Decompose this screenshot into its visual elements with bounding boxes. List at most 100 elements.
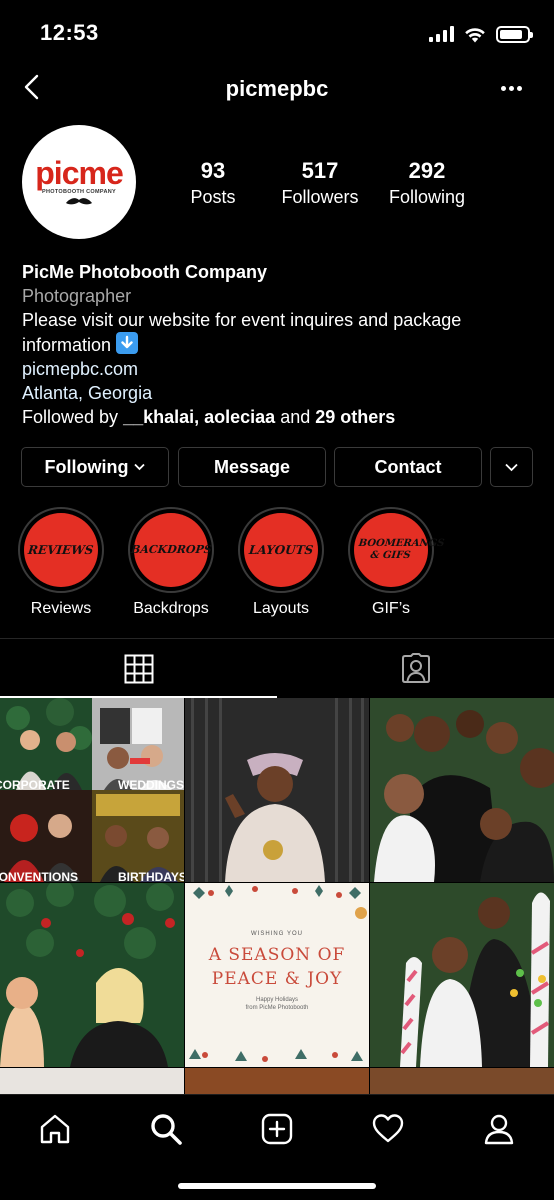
profile-avatar[interactable]: picme PHOTOBOOTH COMPANY <box>22 125 136 239</box>
followed-by-prefix: Followed by <box>22 407 124 427</box>
highlight-cover: BOOMERANGS & GIFS <box>354 513 445 587</box>
following-count: 292 <box>408 158 446 183</box>
home-icon <box>40 1114 70 1144</box>
highlight-label: GIF’s <box>372 600 410 617</box>
profile-name: PicMe Photobooth Company <box>22 262 267 282</box>
more-options-icon[interactable] <box>496 76 526 100</box>
followed-by-user-1: __khalai <box>123 407 195 427</box>
highlight-layouts[interactable]: LAYOUTS Layouts <box>238 507 324 618</box>
posts-grid: CORPORATE WEDDINGS CONVENTIONS BIRTHDAYS <box>0 698 554 1094</box>
profile-icon <box>484 1114 514 1145</box>
card-wishing: WISHING YOU <box>251 931 303 937</box>
down-arrow-emoji-icon <box>116 332 139 354</box>
contact-button-label: Contact <box>374 456 442 477</box>
post-image <box>185 698 369 882</box>
tile-label-conventions: CONVENTIONS <box>0 870 79 882</box>
battery-icon <box>496 25 533 43</box>
followed-by-others: 29 others <box>315 407 396 427</box>
highlight-ring: REVIEWS <box>18 507 104 593</box>
following-stat[interactable]: 292 Following <box>382 157 472 209</box>
post-tile[interactable] <box>370 1068 554 1094</box>
highlight-label: Backdrops <box>133 600 209 617</box>
highlight-label: Layouts <box>252 600 310 617</box>
highlight-cover-text: REVIEWS <box>27 543 95 557</box>
followers-label: Followers <box>281 187 359 207</box>
suggested-accounts-button[interactable] <box>490 447 533 487</box>
followed-by-user-2: aoleciaa <box>204 407 276 427</box>
home-indicator[interactable] <box>178 1183 376 1189</box>
status-icons <box>429 24 533 44</box>
add-post-icon <box>261 1113 293 1145</box>
website-link[interactable]: picmepbc.com <box>22 357 532 381</box>
status-bar: 12:53 <box>0 0 554 64</box>
post-tile[interactable] <box>0 883 184 1067</box>
post-tile[interactable]: CORPORATE WEDDINGS CONVENTIONS BIRTHDAYS <box>0 698 184 882</box>
post-tile[interactable] <box>185 698 369 882</box>
chevron-down-icon <box>505 463 518 471</box>
highlight-backdrops[interactable]: BACKDROPS Backdrops <box>128 507 214 618</box>
followers-stat[interactable]: 517 Followers <box>273 157 367 209</box>
tab-grid[interactable] <box>0 639 277 698</box>
posts-count: 93 <box>200 158 226 183</box>
highlight-cover: REVIEWS <box>24 513 98 587</box>
bio-text-line-2: information <box>22 332 532 357</box>
post-tile[interactable] <box>370 883 554 1067</box>
highlight-label: Reviews <box>30 600 92 617</box>
card-line-1: A SEASON OF <box>208 945 346 965</box>
home-tab[interactable] <box>35 1109 75 1149</box>
tile-label-weddings: WEDDINGS <box>118 778 184 792</box>
highlight-cover: LAYOUTS <box>244 513 318 587</box>
highlight-ring: BOOMERANGS & GIFS <box>348 507 445 593</box>
highlight-cover: BACKDROPS <box>130 513 212 587</box>
following-label: Following <box>388 187 466 207</box>
following-button[interactable]: Following <box>21 447 169 487</box>
profile-header-bar: picmepbc <box>0 64 554 114</box>
message-button-label: Message <box>213 456 291 477</box>
highlight-ring: LAYOUTS <box>238 507 324 593</box>
highlight-cover-text: BOOMERANGS & GIFS <box>358 538 445 561</box>
heart-icon <box>372 1114 404 1143</box>
card-small-1: Happy Holidays <box>255 997 299 1003</box>
mustache-icon <box>66 198 92 205</box>
card-small-2: from PicMe Photobooth <box>245 1005 309 1011</box>
cellular-signal-icon <box>429 26 454 42</box>
post-tile[interactable]: WISHING YOU A SEASON OF PEACE & JOY Happ… <box>185 883 369 1067</box>
highlight-cover-text: BACKDROPS <box>130 543 213 556</box>
bottom-tab-bar <box>0 1094 554 1200</box>
highlight-cover-text: LAYOUTS <box>248 543 314 557</box>
tagged-user-icon <box>401 652 430 683</box>
highlight-reviews[interactable]: REVIEWS Reviews <box>18 507 104 618</box>
followers-count: 517 <box>301 158 339 183</box>
followed-by-separator: , <box>194 407 205 427</box>
tab-tagged[interactable] <box>277 639 554 698</box>
chevron-down-icon <box>134 463 146 471</box>
status-time: 12:53 <box>40 20 99 45</box>
grid-icon <box>124 654 153 683</box>
highlight-gifs[interactable]: BOOMERANGS & GIFS GIF’s <box>348 507 445 618</box>
search-tab[interactable] <box>146 1109 186 1149</box>
message-button[interactable]: Message <box>178 447 326 487</box>
post-image <box>370 883 554 1067</box>
bio-text-line-2-text: information <box>22 335 112 355</box>
contact-button[interactable]: Contact <box>334 447 482 487</box>
posts-stat[interactable]: 93 Posts <box>182 157 244 209</box>
tile-label-corporate: CORPORATE <box>0 778 70 792</box>
highlight-ring: BACKDROPS <box>128 507 214 593</box>
following-button-label: Following <box>44 456 129 477</box>
username-title: picmepbc <box>225 76 329 101</box>
profile-bio: PicMe Photobooth Company Photographer Pl… <box>22 260 532 429</box>
followed-by[interactable]: Followed by __khalai, aoleciaa and 29 ot… <box>22 405 532 429</box>
followed-by-and: and <box>275 407 316 427</box>
profile-tab[interactable] <box>479 1109 519 1149</box>
post-tile[interactable] <box>185 1068 369 1094</box>
location-link[interactable]: Atlanta, Georgia <box>22 381 532 405</box>
logo-wordmark: picme <box>35 155 123 191</box>
post-image <box>0 883 184 1067</box>
post-tile[interactable] <box>0 1068 184 1094</box>
new-post-tab[interactable] <box>257 1109 297 1149</box>
card-line-2: PEACE & JOY <box>211 969 343 989</box>
logo-subtitle: PHOTOBOOTH COMPANY <box>42 189 116 195</box>
posts-label: Posts <box>190 187 236 207</box>
post-tile[interactable] <box>370 698 554 882</box>
activity-tab[interactable] <box>368 1109 408 1149</box>
